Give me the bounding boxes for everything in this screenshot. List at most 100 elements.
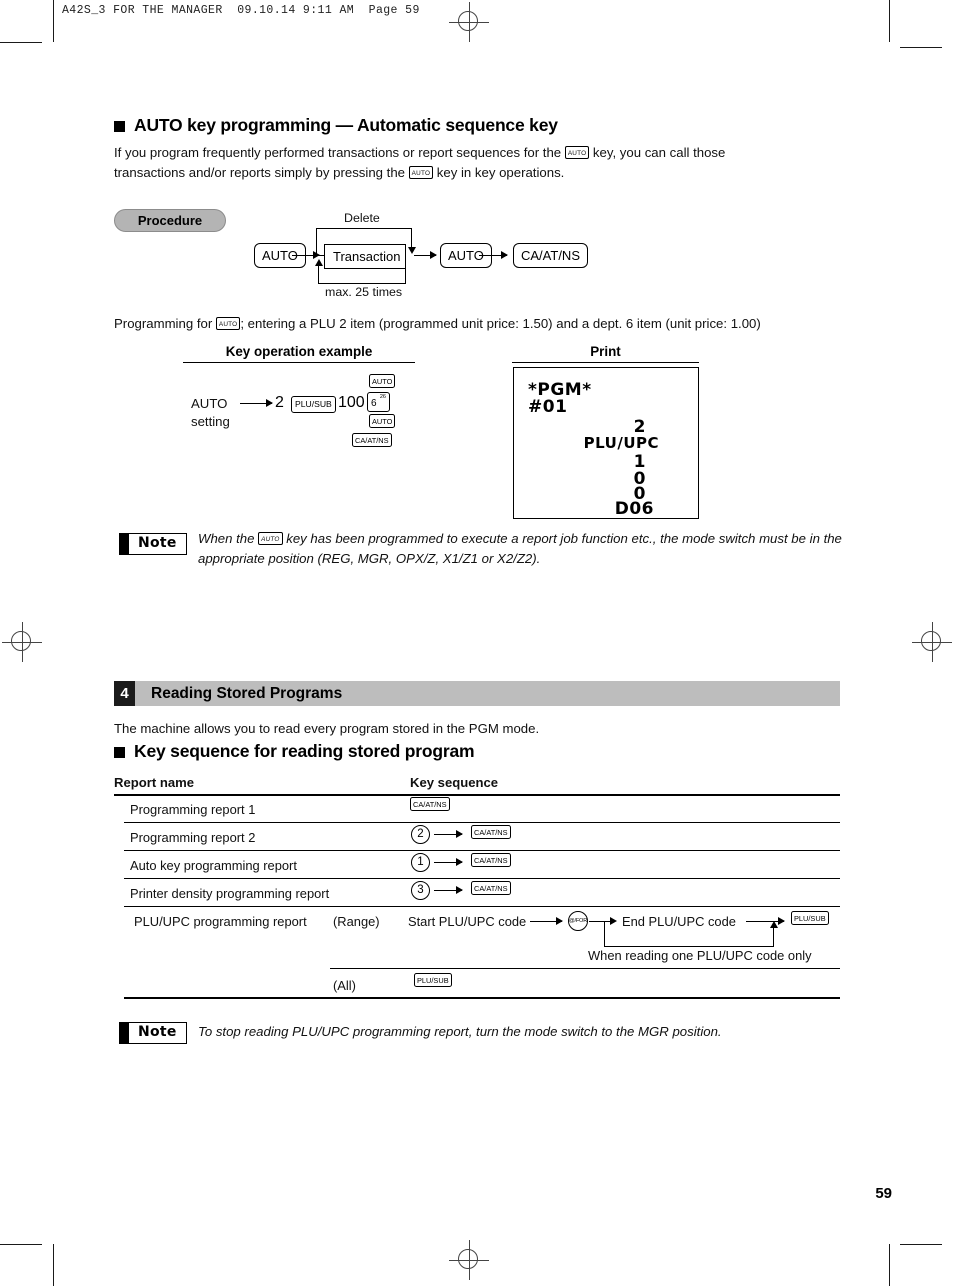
table-row-3-key-ca: CA/AT/NS [471,853,511,868]
diagram-delete-loop-top-horizontal [316,228,412,230]
example-auto-setting-label: AUTO setting [191,395,230,431]
receipt-line-number: #01 [528,397,568,417]
diagram-max-times-label: max. 25 times [325,285,403,299]
auto-intro-text-2b: key in key operations. [436,165,565,181]
heading-auto-key-programming: AUTO key programming — Automatic sequenc… [114,115,558,136]
auto-intro-text-1a: If you program frequently performed tran… [114,145,562,160]
table-row-1-name: Programming report 1 [130,802,256,817]
auto-intro-text-2a: transactions and/or reports simply by pr… [114,165,405,181]
heading-auto-key-programming-label: AUTO key programming — Automatic sequenc… [134,115,558,135]
table-row-plu-footnote: When reading one PLU/UPC code only [588,948,812,963]
example-value-2: 2 [275,394,284,411]
note-text-2: To stop reading PLU/UPC programming repo… [198,1024,722,1039]
table-row-4-name: Printer density programming report [130,886,330,901]
table-rule-3 [124,878,840,880]
print-job-slug: A42S_3 FOR THE MANAGER 09.10.14 9:11 AM … [62,4,420,17]
table-row-2-arrow-head [456,830,463,838]
plu-bypass-left-vertical [604,921,606,947]
table-row-2-circle-number: 2 [411,825,430,844]
auto-key-glyph-inline-4: AUTO [258,532,283,546]
diagram-delete-loop-arrow [408,247,416,254]
table-rule-plu-split [330,968,840,970]
table-row-4-key-ca: CA/AT/NS [471,881,511,896]
example-key-auto-top: AUTO [369,374,396,389]
square-bullet-icon-2 [114,747,125,758]
plu-arrow-to-plusub [778,917,785,925]
diagram-key-ca-at-ns: CA/AT/NS [513,243,588,268]
receipt-right-line-1: PLU/UPC [583,434,659,452]
table-row-3-name: Auto key programming report [130,858,297,873]
note-text-1: When the AUTO key has been programmed to… [198,529,848,570]
crop-mark-bottom-left-horizontal [0,1244,42,1245]
programming-for-text-b: ; entering a PLU 2 item (programmed unit… [240,316,761,331]
note-badge-1-label: Note [138,535,177,551]
auto-key-glyph-inline-3: AUTO [215,317,241,331]
table-header-key-sequence: Key sequence [410,775,499,790]
note-text-1-a: When the [198,531,255,546]
column-header-key-operation: Key operation example [183,344,415,363]
table-row-2-key-ca: CA/AT/NS [471,825,511,840]
diagram-arrow-to-ca [501,251,508,259]
note-badge-2-bar-icon [120,1023,129,1043]
diagram-line-auto-to-transaction [292,255,326,257]
diagram-repeat-loop-right-vertical [405,266,407,284]
table-rule-header [114,794,840,796]
plu-key-at-for: @/FOR [568,911,588,931]
table-rule-2 [124,850,840,852]
programming-for-line: Programming for AUTO; entering a PLU 2 i… [114,314,854,334]
table-rule-4 [124,906,840,908]
auto-intro-text-1b: key, you can call those [592,145,726,160]
crop-mark-top-right-vertical [889,0,890,42]
table-row-1-key-ca: CA/AT/NS [410,797,450,812]
square-bullet-icon [114,121,125,132]
receipt-right-line-5: D06 [614,499,654,519]
example-key-auto-bottom: AUTO [369,414,396,429]
table-row-4-arrow-head [456,886,463,894]
table-row-3-circle-number: 1 [411,853,430,872]
example-auto-setting-line2: setting [191,413,230,429]
heading-key-sequence-label: Key sequence for reading stored program [134,741,475,761]
note-text-1-b: key has been programmed to execute a rep… [286,531,756,546]
diagram-transaction-box: Transaction [324,244,406,269]
auto-key-glyph-inline-2: AUTO [408,166,434,180]
table-row-plu-all-label: (All) [333,978,356,993]
table-row-3-arrow-head [456,858,463,866]
auto-intro-paragraph: If you program frequently performed tran… [114,143,834,184]
table-row: Programming report 2 [130,830,255,845]
plu-arrow-to-atfor [556,917,563,925]
registration-mark-top [449,2,489,42]
note-badge-1-bar-icon [120,534,129,554]
procedure-badge-label: Procedure [137,213,203,228]
diagram-repeat-loop-left-vertical [318,264,320,284]
procedure-badge: Procedure [114,209,226,232]
table-row-plu-range-label: (Range) [333,914,380,929]
table-row-4-circle-number: 3 [411,881,430,900]
programming-for-text-a: Programming for [114,316,213,331]
registration-mark-bottom [449,1240,489,1280]
crop-mark-bottom-right-horizontal [900,1244,942,1245]
print-receipt-panel: *PGM* #01 2 PLU/UPC 1 0 0 D06 [513,367,699,519]
diagram-delete-label: Delete [344,211,380,225]
note-badge-1: Note [119,533,187,555]
table-row: Programming report 1 [130,802,255,817]
reading-intro-text: The machine allows you to read every pro… [114,721,540,736]
crop-mark-top-right-horizontal [900,47,942,48]
example-key-ca-at-ns: CA/AT/NS [352,433,392,448]
section-banner-title: Reading Stored Programs [135,681,840,706]
page-number: 59 [875,1185,892,1202]
crop-mark-bottom-right-vertical [889,1244,890,1286]
plu-arrow-to-end [610,917,617,925]
diagram-delete-loop-left-vertical [316,228,318,256]
column-header-print: Print [512,344,699,363]
crop-mark-top-left-horizontal [0,42,42,43]
auto-key-glyph-inline-1: AUTO [564,146,590,160]
table-row-plu-end-text: End PLU/UPC code [622,914,736,929]
diagram-repeat-loop-arrow [314,259,323,266]
registration-mark-right [912,622,952,662]
section-banner-number: 4 [114,681,135,706]
example-value-100: 100 [338,394,365,411]
table-header-report-name: Report name [114,775,195,790]
section-banner-reading-stored-programs: 4 Reading Stored Programs [114,681,840,706]
heading-key-sequence: Key sequence for reading stored program [114,741,475,762]
table-rule-1 [124,822,840,824]
